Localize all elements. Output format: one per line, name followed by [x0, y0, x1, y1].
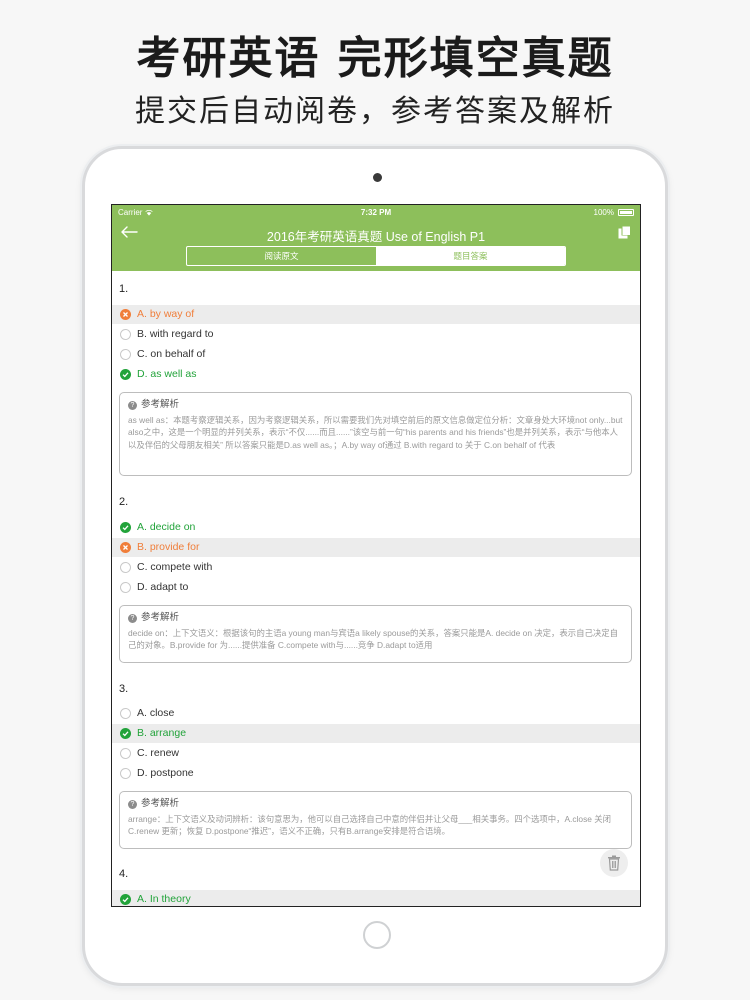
analysis-label: 参考解析 — [141, 399, 180, 410]
option-label: C. on behalf of — [137, 348, 206, 360]
analysis-label: 参考解析 — [141, 612, 180, 623]
battery-icon — [618, 209, 634, 216]
option-2a[interactable]: A. decide on — [112, 518, 640, 537]
radio-empty-icon — [120, 768, 131, 779]
wrong-icon — [120, 542, 131, 553]
radio-empty-icon — [120, 349, 131, 360]
analysis-header: ? 参考解析 — [128, 798, 623, 810]
trash-icon — [608, 855, 620, 871]
option-1a[interactable]: A. by way of — [112, 305, 640, 324]
option-2c[interactable]: C. compete with — [112, 558, 640, 577]
nav-bar: 2016年考研英语真题 Use of English P1 — [112, 220, 640, 246]
check-icon — [120, 728, 131, 739]
option-3d[interactable]: D. postpone — [112, 764, 640, 783]
check-icon — [120, 894, 131, 905]
analysis-box: ? 参考解析 decide on：上下文语义：根据该句的主语a young man… — [119, 605, 632, 663]
wrong-icon — [120, 309, 131, 320]
home-button[interactable] — [363, 921, 391, 949]
option-label: D. as well as — [137, 368, 197, 380]
radio-empty-icon — [120, 708, 131, 719]
option-label: A. close — [137, 707, 175, 719]
ipad-frame: Carrier 7:32 PM 100% 2016年考研英语真题 Use of … — [82, 146, 668, 986]
radio-empty-icon — [120, 582, 131, 593]
nav-title: 2016年考研英语真题 Use of English P1 — [266, 230, 486, 244]
option-label: A. In theory — [137, 893, 191, 905]
radio-empty-icon — [120, 562, 131, 573]
question-number: 4. — [119, 868, 129, 880]
option-2d[interactable]: D. adapt to — [112, 578, 640, 597]
analysis-text: as well as：本题考察逻辑关系，因为考察逻辑关系，所以需要我们先对填空前… — [128, 415, 623, 450]
question-list[interactable]: 1. A. by way of B. with regard to C. on … — [112, 271, 640, 906]
analysis-box: ? 参考解析 arrange：上下文语义及动词辨析：该句意思为，他可以自己选择自己… — [119, 791, 632, 849]
question-mark-icon: ? — [128, 800, 137, 809]
option-label: B. arrange — [137, 727, 187, 739]
option-3a[interactable]: A. close — [112, 704, 640, 723]
app-screen: Carrier 7:32 PM 100% 2016年考研英语真题 Use of … — [111, 204, 641, 907]
question-number: 2. — [119, 496, 129, 508]
tab-read-original[interactable]: 阅读原文 — [187, 247, 376, 265]
status-time: 7:32 PM — [360, 208, 392, 217]
back-arrow-icon[interactable] — [120, 224, 138, 240]
trash-button[interactable] — [600, 849, 628, 877]
option-label: A. decide on — [137, 521, 196, 533]
analysis-text: decide on：上下文语义：根据该句的主语a young man与宾语a l… — [128, 628, 619, 651]
promo-subtitle: 提交后自动阅卷，参考答案及解析 — [135, 94, 615, 129]
question-number: 3. — [119, 683, 129, 695]
check-icon — [120, 369, 131, 380]
battery-percent: 100% — [593, 208, 614, 217]
question-mark-icon: ? — [128, 614, 137, 623]
check-icon — [120, 522, 131, 533]
analysis-header: ? 参考解析 — [128, 612, 623, 624]
tab-answers[interactable]: 题目答案 — [376, 247, 565, 265]
radio-empty-icon — [120, 748, 131, 759]
question-mark-icon: ? — [128, 401, 137, 410]
option-3b[interactable]: B. arrange — [112, 724, 640, 743]
option-label: D. adapt to — [137, 581, 189, 593]
question-number: 1. — [119, 283, 129, 295]
copy-icon[interactable] — [618, 225, 632, 239]
option-label: B. provide for — [137, 541, 200, 553]
camera-icon — [373, 173, 382, 182]
segmented-control: 阅读原文 题目答案 — [186, 246, 566, 266]
option-label: C. compete with — [137, 561, 213, 573]
option-label: C. renew — [137, 747, 180, 759]
analysis-header: ? 参考解析 — [128, 399, 623, 411]
option-1d[interactable]: D. as well as — [112, 365, 640, 384]
analysis-text: arrange：上下文语义及动词辨析：该句意思为，他可以自己选择自己中意的伴侣并… — [128, 814, 612, 837]
analysis-box: ? 参考解析 as well as：本题考察逻辑关系，因为考察逻辑关系，所以需要我… — [119, 392, 632, 476]
app-header: Carrier 7:32 PM 100% 2016年考研英语真题 Use of … — [112, 205, 640, 271]
analysis-label: 参考解析 — [141, 798, 180, 809]
option-label: D. postpone — [137, 767, 194, 779]
status-bar: Carrier 7:32 PM 100% — [112, 205, 640, 220]
option-label: B. with regard to — [137, 328, 214, 340]
option-1b[interactable]: B. with regard to — [112, 325, 640, 344]
option-2b[interactable]: B. provide for — [112, 538, 640, 557]
radio-empty-icon — [120, 329, 131, 340]
option-label: A. by way of — [137, 308, 195, 320]
option-4a[interactable]: A. In theory — [112, 890, 640, 906]
option-1c[interactable]: C. on behalf of — [112, 345, 640, 364]
option-3c[interactable]: C. renew — [112, 744, 640, 763]
promo-title: 考研英语 完形填空真题 — [136, 33, 614, 84]
